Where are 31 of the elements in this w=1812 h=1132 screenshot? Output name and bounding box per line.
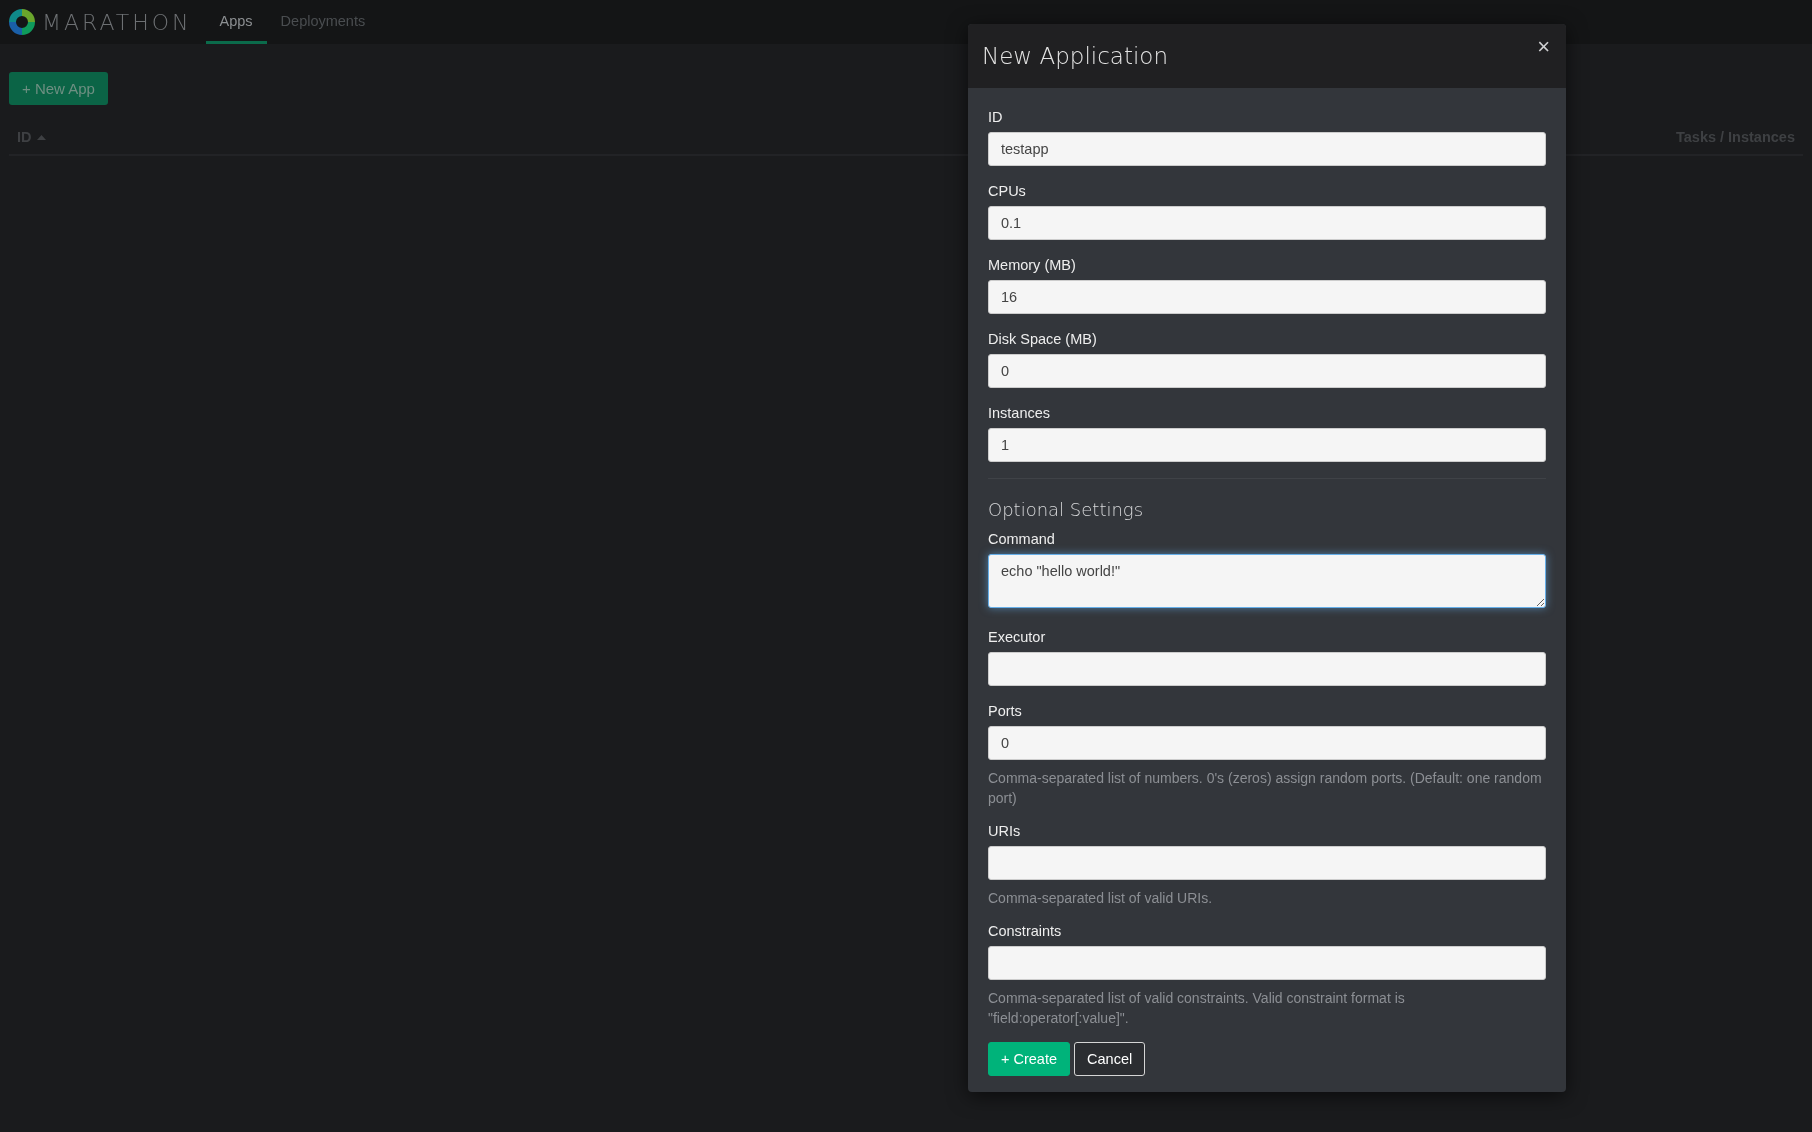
input-field[interactable] xyxy=(988,846,1546,880)
input-field[interactable]: testapp xyxy=(988,132,1546,166)
input-field[interactable] xyxy=(988,652,1546,686)
input-field[interactable]: 0 xyxy=(988,726,1546,760)
help-text: Comma-separated list of valid constraints. Valid constraint format is "field:operator[:value]". xyxy=(988,989,1406,1028)
close-button[interactable]: × xyxy=(1537,34,1550,60)
input-field[interactable] xyxy=(988,946,1546,980)
brand-name: MARATHON xyxy=(42,9,192,35)
field-label: Executor xyxy=(988,628,1047,646)
dialog-title: New Application xyxy=(982,43,1168,69)
field-label: Instances xyxy=(988,404,1052,422)
section-heading: Optional Settings xyxy=(988,499,1145,520)
field-label: Command xyxy=(988,530,1056,548)
nav-tab[interactable]: Apps xyxy=(205,0,267,44)
help-text: Comma-separated list of numbers. 0's (zeros) assign random ports. (Default: one random port) xyxy=(988,769,1543,808)
command-field[interactable]: echo "hello world!" xyxy=(988,554,1546,608)
logo-icon xyxy=(8,8,36,36)
input-field[interactable]: 0.1 xyxy=(988,206,1546,240)
field-label: Disk Space (MB) xyxy=(988,330,1098,348)
field-label: ID xyxy=(988,108,1004,126)
input-field[interactable]: 1 xyxy=(988,428,1546,462)
field-label: Ports xyxy=(988,702,1023,720)
help-text: Comma-separated list of valid URIs. xyxy=(988,889,1214,908)
field-label: CPUs xyxy=(988,182,1027,200)
cancel-button[interactable]: Cancel xyxy=(1074,1042,1146,1076)
field-label: Constraints xyxy=(988,922,1063,940)
field-label: URIs xyxy=(988,822,1022,840)
input-field[interactable]: 16 xyxy=(988,280,1546,314)
field-label: Memory (MB) xyxy=(988,256,1077,274)
sort-caret-icon xyxy=(36,134,46,140)
input-field[interactable]: 0 xyxy=(988,354,1546,388)
